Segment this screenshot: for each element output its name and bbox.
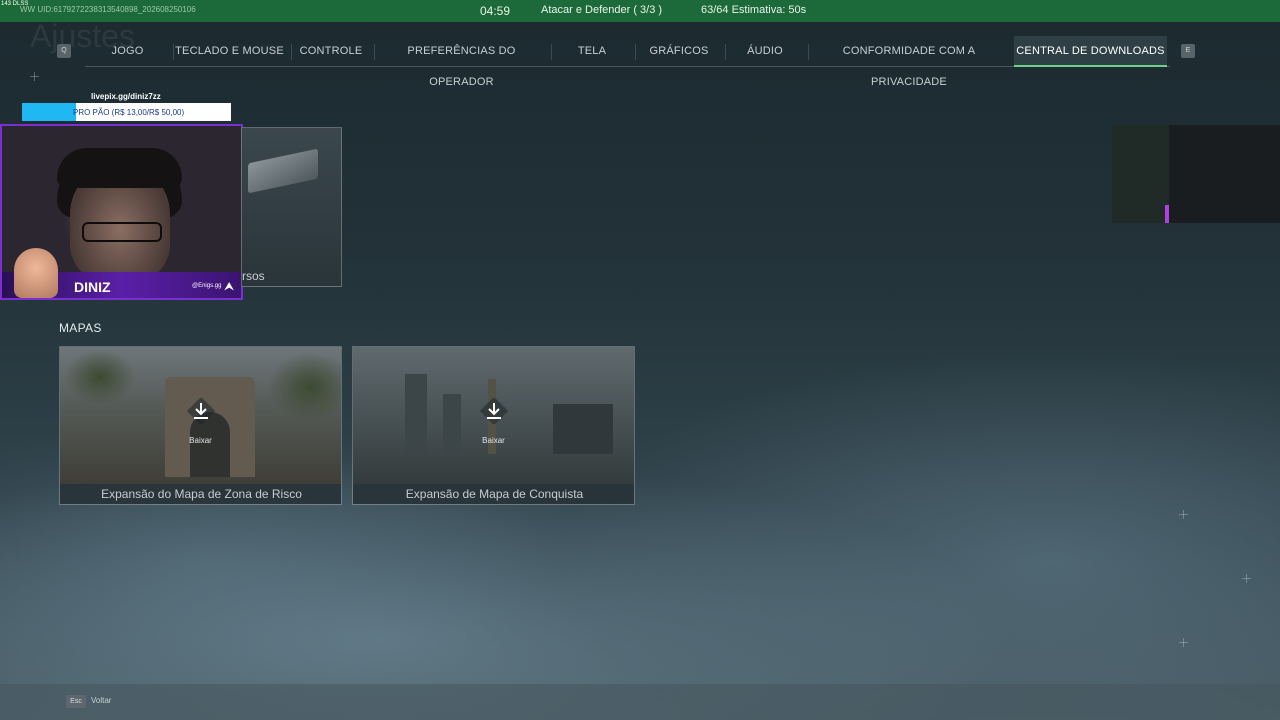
donation-goal-text: PRO PÃO (R$ 13,00/R$ 50,00) [73, 108, 185, 117]
streamer-handle: @Enigs.gg [192, 283, 222, 289]
tab-privacy-compliance[interactable]: CONFORMIDADE COM A PRIVACIDADE [808, 36, 1010, 88]
tab-graphics[interactable]: GRÁFICOS [635, 36, 723, 67]
user-id-watermark: WW UID:6179272238313540898_202608250106 [20, 5, 196, 14]
brand-logo-icon: ⮝ [224, 279, 235, 293]
webcam-hair [57, 148, 182, 188]
footer-bar: Esc Voltar [0, 684, 1280, 720]
tab-controller[interactable]: CONTROLE [291, 36, 371, 67]
tab-download-center[interactable]: CENTRAL DE DOWNLOADS [1014, 36, 1167, 67]
map-card-conquest[interactable]: Baixar Expansão de Mapa de Conquista [352, 346, 635, 505]
crosshair-marker-icon [1179, 510, 1188, 519]
donation-link: livepix.gg/diniz7zz [91, 92, 161, 101]
tab-display[interactable]: TELA [551, 36, 633, 67]
streamer-name: DINIZ [74, 279, 111, 295]
crosshair-marker-icon [30, 72, 39, 81]
queue-status: 63/64 Estimativa: 50s [701, 4, 807, 16]
thumbnail-accent [1165, 205, 1169, 223]
map-card-title: Expansão do Mapa de Zona de Risco [60, 484, 341, 504]
tab-game[interactable]: JOGO [85, 36, 170, 67]
download-label: Baixar [482, 436, 505, 445]
streamer-webcam-overlay: DINIZ @Enigs.gg ⮝ [0, 124, 243, 300]
back-button[interactable]: Voltar [91, 696, 111, 705]
tab-keyboard-mouse[interactable]: TECLADO E MOUSE [173, 36, 286, 67]
map-card-title: Expansão de Mapa de Conquista [353, 484, 634, 504]
prev-tab-key-hint[interactable]: Q [57, 44, 71, 58]
settings-tab-bar: JOGO TECLADO E MOUSE CONTROLE PREFERÊNCI… [85, 36, 1170, 88]
crosshair-marker-icon [1179, 638, 1188, 647]
download-label: Baixar [189, 436, 212, 445]
crosshair-marker-icon [1242, 574, 1251, 583]
resources-card-label: rsos [242, 269, 265, 283]
webcam-glasses [82, 222, 162, 242]
map-card-risk-zone[interactable]: Baixar Expansão do Mapa de Zona de Risco [59, 346, 342, 505]
donation-goal-fill [22, 103, 77, 121]
session-status-bar: 143 DLSS WW UID:6179272238313540898_2026… [0, 0, 1280, 22]
resources-card[interactable]: rsos [241, 127, 342, 287]
tab-operator-preferences[interactable]: PREFERÊNCIAS DO OPERADOR [374, 36, 549, 88]
next-tab-key-hint[interactable]: E [1181, 44, 1195, 58]
download-icon[interactable] [186, 398, 216, 424]
secondary-overlay-thumbnail [1112, 125, 1280, 223]
donation-goal-bar: PRO PÃO (R$ 13,00/R$ 50,00) [22, 103, 231, 121]
esc-key-hint[interactable]: Esc [66, 695, 86, 708]
thumbnail-panel [1112, 125, 1169, 223]
maps-section-title: MAPAS [59, 321, 102, 335]
game-mode-label: Atacar e Defender ( 3/3 ) [541, 4, 663, 16]
weapon-thumbnail [248, 148, 318, 194]
match-timer: 04:59 [480, 4, 511, 18]
tab-audio[interactable]: ÁUDIO [725, 36, 805, 67]
streamer-avatar [14, 248, 58, 298]
download-icon[interactable] [479, 398, 509, 424]
